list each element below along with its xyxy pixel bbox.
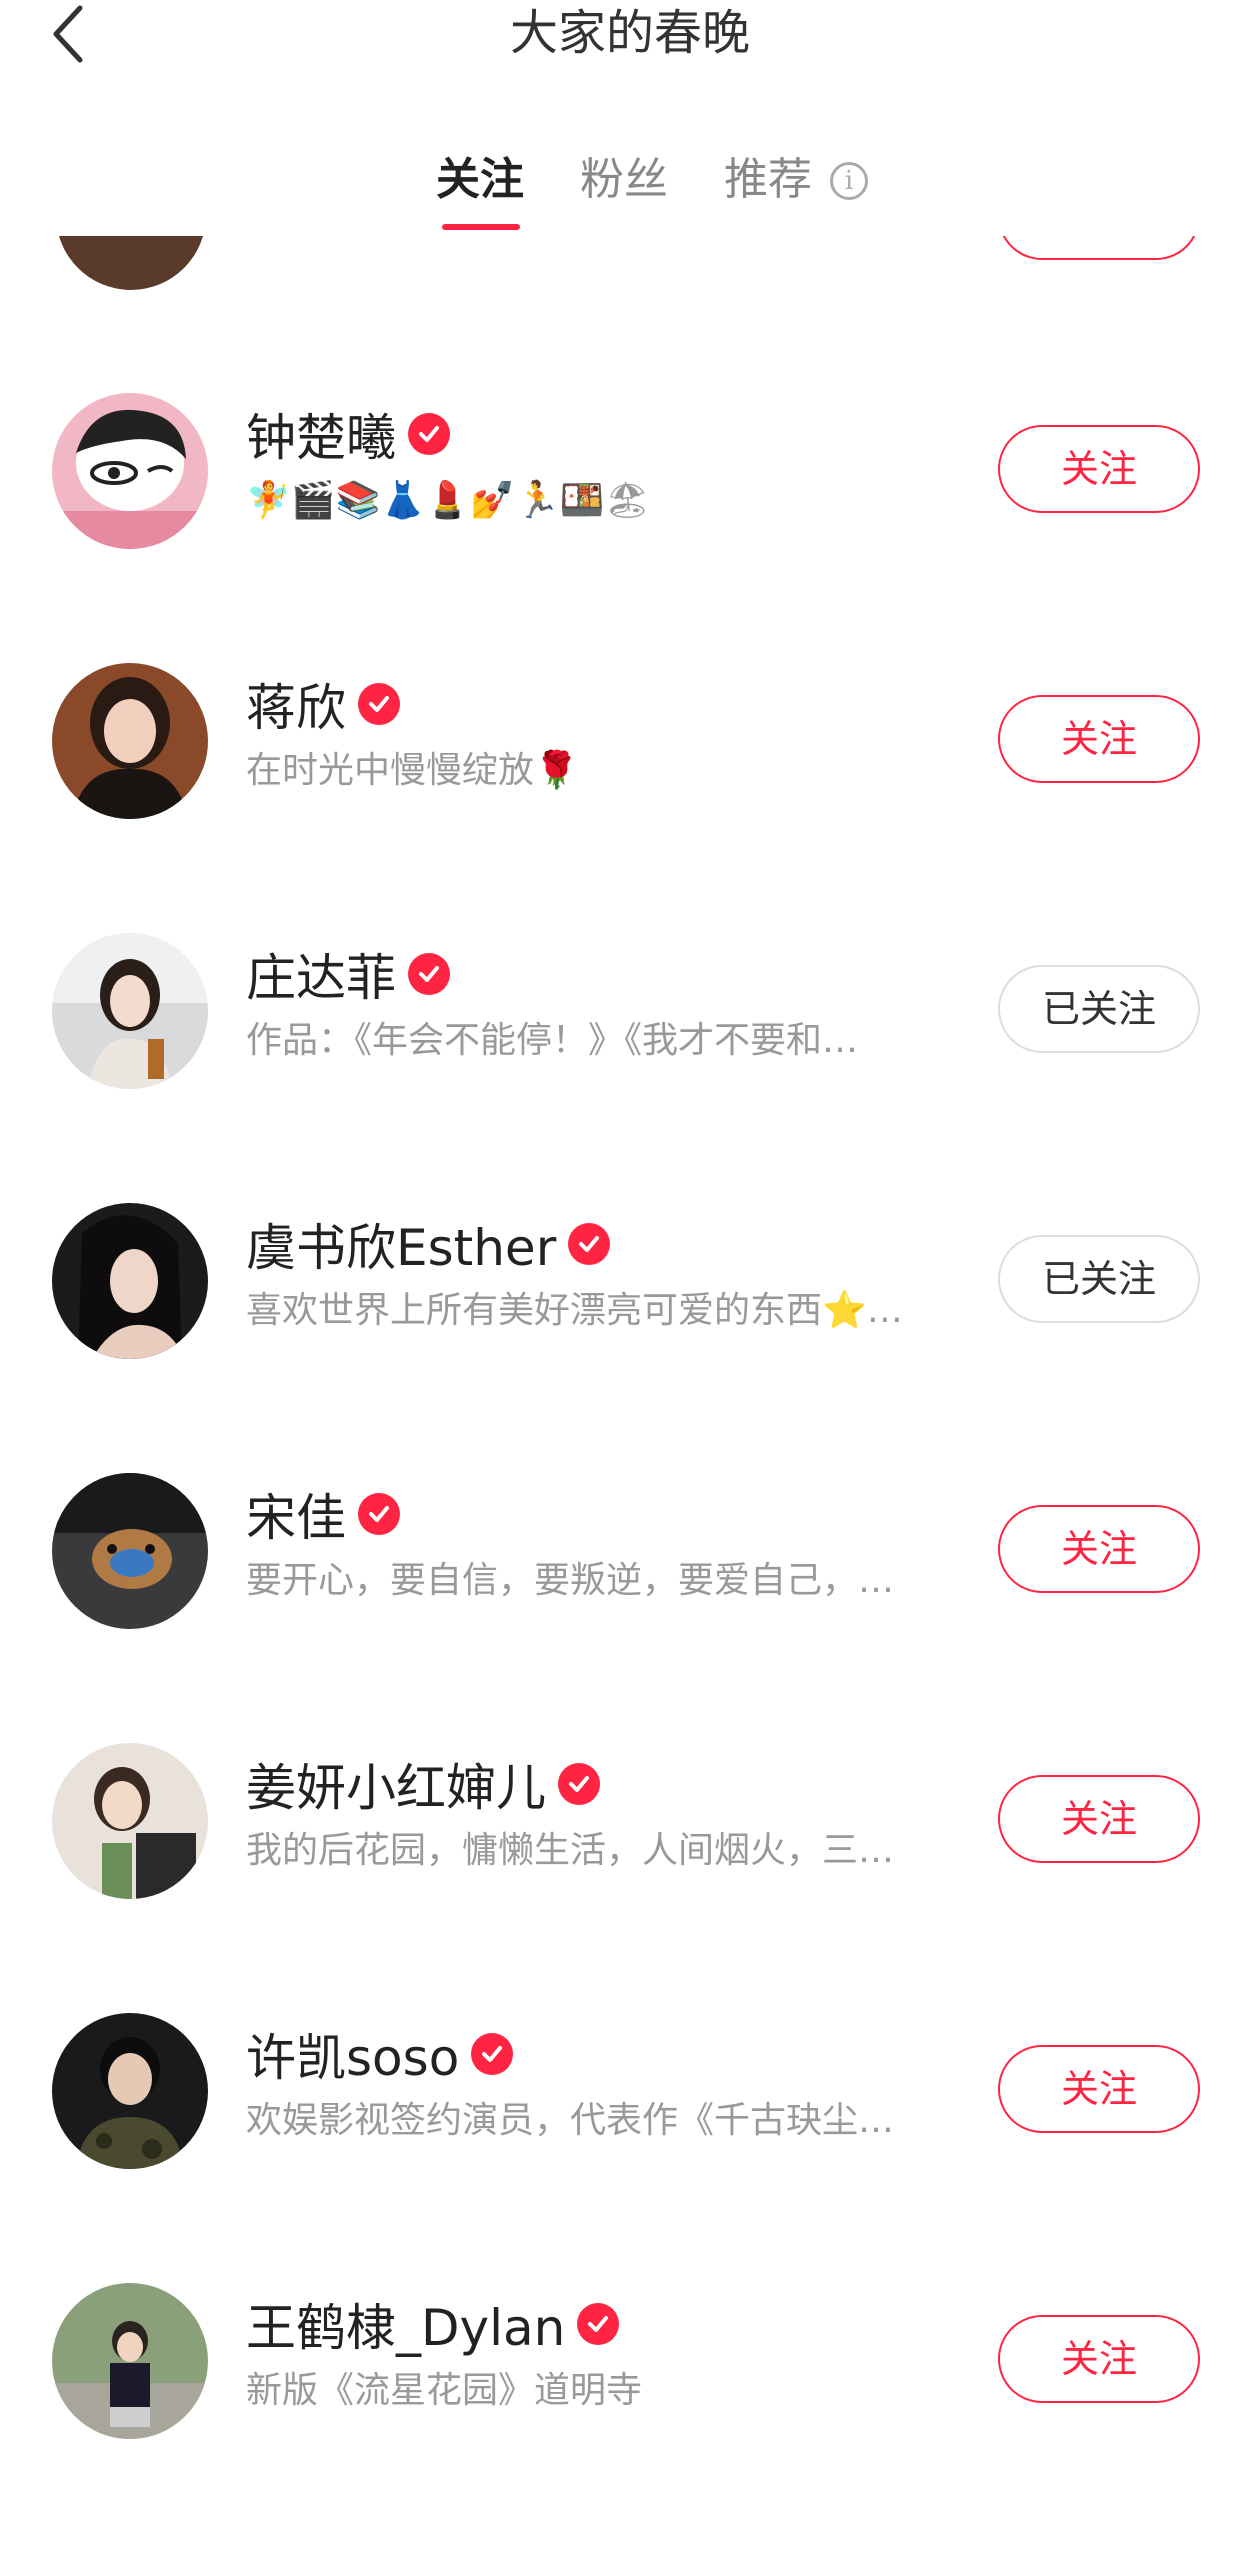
name-line: 王鹤棣_Dylan [246, 2291, 620, 2357]
user-bio: 作品：《年会不能停！》《我才不要和… [246, 1020, 859, 1061]
list-item[interactable]: 宋佳 要开心，要自信，要叛逆，要爱自己，… 关注 [0, 1416, 1260, 1686]
name-line: 庄达菲 [246, 941, 450, 1007]
followers-page: 大家的春晚 关注 粉丝 推荐 i 钟楚曦 🧚🎬📚👗💄💅🏃🍱🏖 关注 蒋欣 在时光… [0, 0, 1260, 2554]
following-button[interactable]: 已关注 [998, 965, 1200, 1053]
name-line: 许凯soso [246, 2021, 514, 2087]
info-icon[interactable]: i [830, 162, 868, 200]
name-line: 姜妍小红婶儿 [246, 1751, 600, 1817]
avatar[interactable] [52, 933, 208, 1089]
verified-icon [471, 2033, 514, 2075]
header: 大家的春晚 [0, 0, 1260, 90]
list-item[interactable]: 钟楚曦 🧚🎬📚👗💄💅🏃🍱🏖 关注 [0, 336, 1260, 606]
tab-active-indicator [442, 224, 520, 230]
user-name: 虞书欣Esther [246, 1219, 557, 1277]
follow-button[interactable]: 关注 [998, 425, 1200, 513]
verified-icon [577, 2303, 620, 2345]
list-item[interactable]: 许凯soso 欢娱影视签约演员，代表作《千古玦尘… 关注 [0, 1956, 1260, 2226]
user-name: 宋佳 [246, 1489, 346, 1547]
avatar[interactable] [52, 663, 208, 819]
page-title: 大家的春晚 [509, 5, 750, 61]
follow-button[interactable]: 关注 [998, 695, 1200, 783]
user-bio: 喜欢世界上所有美好漂亮可爱的东西⭐… [246, 1290, 903, 1331]
verified-icon [358, 683, 400, 725]
user-bio: 要开心，要自信，要叛逆，要爱自己，… [246, 1560, 895, 1601]
user-bio: 我的后花园，慵懒生活，人间烟火，三… [246, 1830, 895, 1871]
verified-icon [408, 953, 450, 995]
list-item[interactable]: 庄达菲 作品：《年会不能停！》《我才不要和… 已关注 [0, 876, 1260, 1146]
user-bio: 新版《流星花园》道明寺 [246, 2370, 643, 2411]
avatar[interactable] [52, 393, 208, 549]
user-name: 姜妍小红婶儿 [246, 1759, 546, 1817]
avatar[interactable] [52, 1743, 208, 1899]
list-item[interactable]: 姜妍小红婶儿 我的后花园，慵懒生活，人间烟火，三… 关注 [0, 1686, 1260, 1956]
user-name: 蒋欣 [246, 679, 346, 737]
follow-button[interactable]: 关注 [998, 1775, 1200, 1863]
follow-button[interactable]: 关注 [998, 1505, 1200, 1593]
verified-icon [408, 413, 450, 455]
follow-button[interactable]: 关注 [998, 2315, 1200, 2403]
verified-icon [568, 1223, 611, 1265]
list-item[interactable]: 蒋欣 在时光中慢慢绽放🌹 关注 [0, 606, 1260, 876]
user-bio: 欢娱影视签约演员，代表作《千古玦尘… [246, 2100, 895, 2141]
avatar[interactable] [52, 2013, 208, 2169]
user-bio: 🧚🎬📚👗💄💅🏃🍱🏖 [246, 480, 651, 521]
tab-bar: 关注 粉丝 推荐 i [0, 140, 1260, 236]
name-line: 宋佳 [246, 1481, 400, 1547]
user-name: 许凯soso [246, 2029, 460, 2087]
verified-icon [358, 1493, 400, 1535]
user-name: 钟楚曦 [246, 409, 396, 467]
name-line: 蒋欣 [246, 671, 400, 737]
user-bio: 在时光中慢慢绽放🌹 [246, 750, 579, 791]
tab-following[interactable]: 关注 [436, 140, 524, 220]
list-item[interactable]: 王鹤棣_Dylan 新版《流星花园》道明寺 关注 [0, 2226, 1260, 2496]
avatar[interactable] [52, 1473, 208, 1629]
avatar[interactable] [52, 2283, 208, 2439]
avatar[interactable] [52, 1203, 208, 1359]
follow-button[interactable]: 关注 [998, 2045, 1200, 2133]
list-item[interactable]: 虞书欣Esther 喜欢世界上所有美好漂亮可爱的东西⭐… 已关注 [0, 1146, 1260, 1416]
name-line: 虞书欣Esther [246, 1211, 611, 1277]
user-name: 庄达菲 [246, 949, 396, 1007]
tab-recommend[interactable]: 推荐 [724, 140, 812, 220]
name-line: 钟楚曦 [246, 401, 450, 467]
verified-icon [558, 1763, 600, 1805]
tab-fans[interactable]: 粉丝 [580, 140, 668, 220]
following-button[interactable]: 已关注 [998, 1235, 1200, 1323]
user-name: 王鹤棣_Dylan [246, 2299, 566, 2357]
